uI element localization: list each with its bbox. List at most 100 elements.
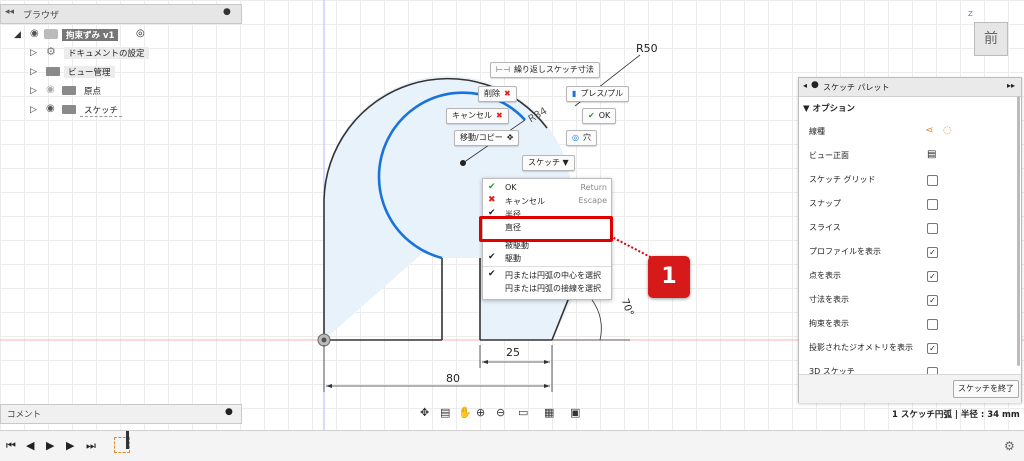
collapsed-triangle-icon[interactable]: ▷: [30, 48, 37, 58]
expand-icon[interactable]: ▸▸: [1007, 81, 1015, 90]
slice-checkbox[interactable]: [927, 223, 938, 234]
timeline-bar: ⏮ ◀ ▶ ▶ ⏭ ⚙: [0, 430, 1024, 461]
projected-geometry-checkbox[interactable]: ✓: [927, 343, 938, 354]
zoom-icon[interactable]: ⊕: [476, 406, 485, 419]
menu-item-ok[interactable]: ✔ OK Return: [483, 182, 611, 195]
browser-item-document-settings[interactable]: ▷ ⚙ ドキュメントの設定: [30, 45, 230, 60]
menu-item-radius[interactable]: ✔ 半径: [483, 208, 611, 216]
menu-item-label: 半径: [505, 210, 521, 216]
palette-row-label: スライス: [809, 223, 841, 232]
step-forward-icon[interactable]: ▶: [66, 439, 74, 452]
browser-item-view-management[interactable]: ▷ ビュー管理: [30, 65, 230, 79]
dim-r50-text[interactable]: R50: [636, 42, 658, 55]
palette-row-projected-geometry: 投影されたジオメトリを表示 ✓: [809, 342, 1009, 356]
palette-title: スケッチ パレット: [823, 83, 890, 92]
palette-row-label: 拘束を表示: [809, 319, 849, 328]
comment-panel[interactable]: コメント ●: [0, 404, 242, 424]
menu-item-select-center[interactable]: ✔ 円または円弧の中心を選択: [483, 269, 611, 282]
pin-icon[interactable]: ●: [223, 7, 231, 17]
viewports-icon[interactable]: ▣: [570, 406, 580, 419]
options-section-header[interactable]: ▼ オプション: [803, 102, 855, 114]
menu-item-label: 駆動: [505, 254, 521, 263]
go-to-start-icon[interactable]: ⏮: [6, 439, 16, 453]
dimension-icon: ⊢⊣: [496, 65, 510, 74]
delete-button[interactable]: 削除 ✖: [478, 86, 517, 102]
expanded-triangle-icon[interactable]: ◢: [14, 30, 21, 40]
settings-gear-icon[interactable]: ⚙: [1004, 439, 1015, 453]
eye-icon[interactable]: ◉: [46, 103, 55, 114]
grid-checkbox[interactable]: [927, 175, 938, 186]
browser-item-label: 拘束ずみ v1: [62, 29, 119, 41]
show-dimensions-checkbox[interactable]: ✓: [927, 295, 938, 306]
add-comment-icon[interactable]: ●: [225, 407, 233, 417]
status-text: 1 スケッチ円弧 | 半径 : 34 mm: [892, 410, 1020, 420]
move-icon: ✥: [506, 133, 514, 142]
delete-icon: ✖: [504, 89, 511, 98]
move-copy-button[interactable]: 移動/コピー ✥: [454, 130, 520, 146]
cancel-button[interactable]: キャンセル ✖: [446, 108, 509, 124]
go-to-end-icon[interactable]: ⏭: [86, 439, 96, 453]
fit-icon[interactable]: ⊖: [496, 406, 505, 419]
centerline-icon[interactable]: ◌: [943, 125, 952, 136]
repeat-sketch-dimension-button[interactable]: ⊢⊣ 繰り返しスケッチ寸法: [490, 62, 600, 78]
show-points-checkbox[interactable]: ✓: [927, 271, 938, 282]
palette-scrollbar[interactable]: [1017, 96, 1020, 366]
palette-row-label: 寸法を表示: [809, 295, 849, 304]
button-label: キャンセル: [452, 111, 492, 120]
collapse-icon[interactable]: ◂: [803, 81, 807, 90]
snap-checkbox[interactable]: [927, 199, 938, 210]
palette-row-label: プロファイルを表示: [809, 247, 881, 256]
menu-divider: [483, 266, 611, 267]
callout-marker: 1: [648, 256, 690, 298]
highlight-box: [479, 216, 613, 242]
eye-icon[interactable]: ◉: [30, 28, 39, 39]
sketch-dropdown-button[interactable]: スケッチ ▼: [522, 155, 575, 171]
browser-item-origin[interactable]: ▷ ◉ 原点: [30, 84, 230, 98]
browser-item-component[interactable]: ◢ ◉ 拘束ずみ v1 ◎: [14, 28, 234, 42]
show-profile-checkbox[interactable]: ✓: [927, 247, 938, 258]
collapse-icon[interactable]: ◂◂: [5, 7, 14, 17]
activate-radio-icon[interactable]: ◎: [136, 28, 145, 39]
palette-row-show-profile: プロファイルを表示 ✓: [809, 246, 1009, 260]
folder-icon: [62, 86, 76, 95]
browser-title: ブラウザ: [23, 11, 60, 21]
dim-80-text[interactable]: 80: [446, 372, 460, 385]
angle-arc: [591, 299, 602, 341]
palette-footer: スケッチを終了: [799, 374, 1021, 403]
menu-item-cancel[interactable]: ✖ キャンセル Escape: [483, 195, 611, 208]
palette-row-slice: スライス: [809, 222, 1009, 236]
comment-title: コメント: [7, 410, 42, 420]
collapsed-triangle-icon[interactable]: ▷: [30, 86, 37, 96]
browser-panel[interactable]: ◂◂ ブラウザ ●: [0, 4, 242, 24]
hole-button[interactable]: ◎ 穴: [566, 130, 597, 146]
sketch-palette[interactable]: ◂ ● スケッチ パレット ▸▸ ▼ オプション 線種 ⋖ ◌ ビュー正面 ▤ …: [798, 77, 1022, 403]
display-settings-icon[interactable]: ▭: [518, 406, 528, 419]
folder-icon: [62, 105, 76, 114]
finish-sketch-button[interactable]: スケッチを終了: [953, 380, 1019, 398]
look-at-icon[interactable]: ▤: [927, 149, 936, 160]
collapsed-triangle-icon[interactable]: ▷: [30, 67, 37, 77]
view-cube[interactable]: 前: [974, 22, 1008, 56]
ok-button[interactable]: ✔ OK: [582, 108, 617, 124]
browser-item-sketches[interactable]: ▷ ◉ スケッチ: [30, 103, 230, 117]
menu-item-driving[interactable]: ✔ 駆動: [483, 252, 611, 265]
pan-icon[interactable]: ✋: [458, 406, 472, 419]
collapsed-triangle-icon[interactable]: ▷: [30, 105, 37, 115]
menu-item-select-tangent[interactable]: 円または円弧の接線を選択: [483, 282, 611, 295]
browser-item-label: スケッチ: [80, 104, 123, 117]
show-constraints-checkbox[interactable]: [927, 319, 938, 330]
timeline-marker[interactable]: [126, 431, 129, 449]
look-at-icon[interactable]: ▤: [440, 406, 450, 419]
construction-line-icon[interactable]: ⋖: [925, 125, 933, 136]
eye-hidden-icon[interactable]: ◉: [46, 84, 55, 95]
grid-settings-icon[interactable]: ▦: [544, 406, 554, 419]
press-pull-button[interactable]: ▮ プレス/プル: [566, 86, 630, 102]
palette-row-look-at: ビュー正面 ▤: [809, 149, 1009, 164]
orbit-icon[interactable]: ✥: [420, 406, 429, 419]
palette-row-show-points: 点を表示 ✓: [809, 270, 1009, 284]
play-icon[interactable]: ▶: [46, 439, 54, 452]
callout-number: 1: [661, 264, 677, 289]
dim-25-text[interactable]: 25: [506, 346, 520, 359]
step-back-icon[interactable]: ◀: [26, 439, 34, 452]
button-label: OK: [598, 111, 611, 120]
